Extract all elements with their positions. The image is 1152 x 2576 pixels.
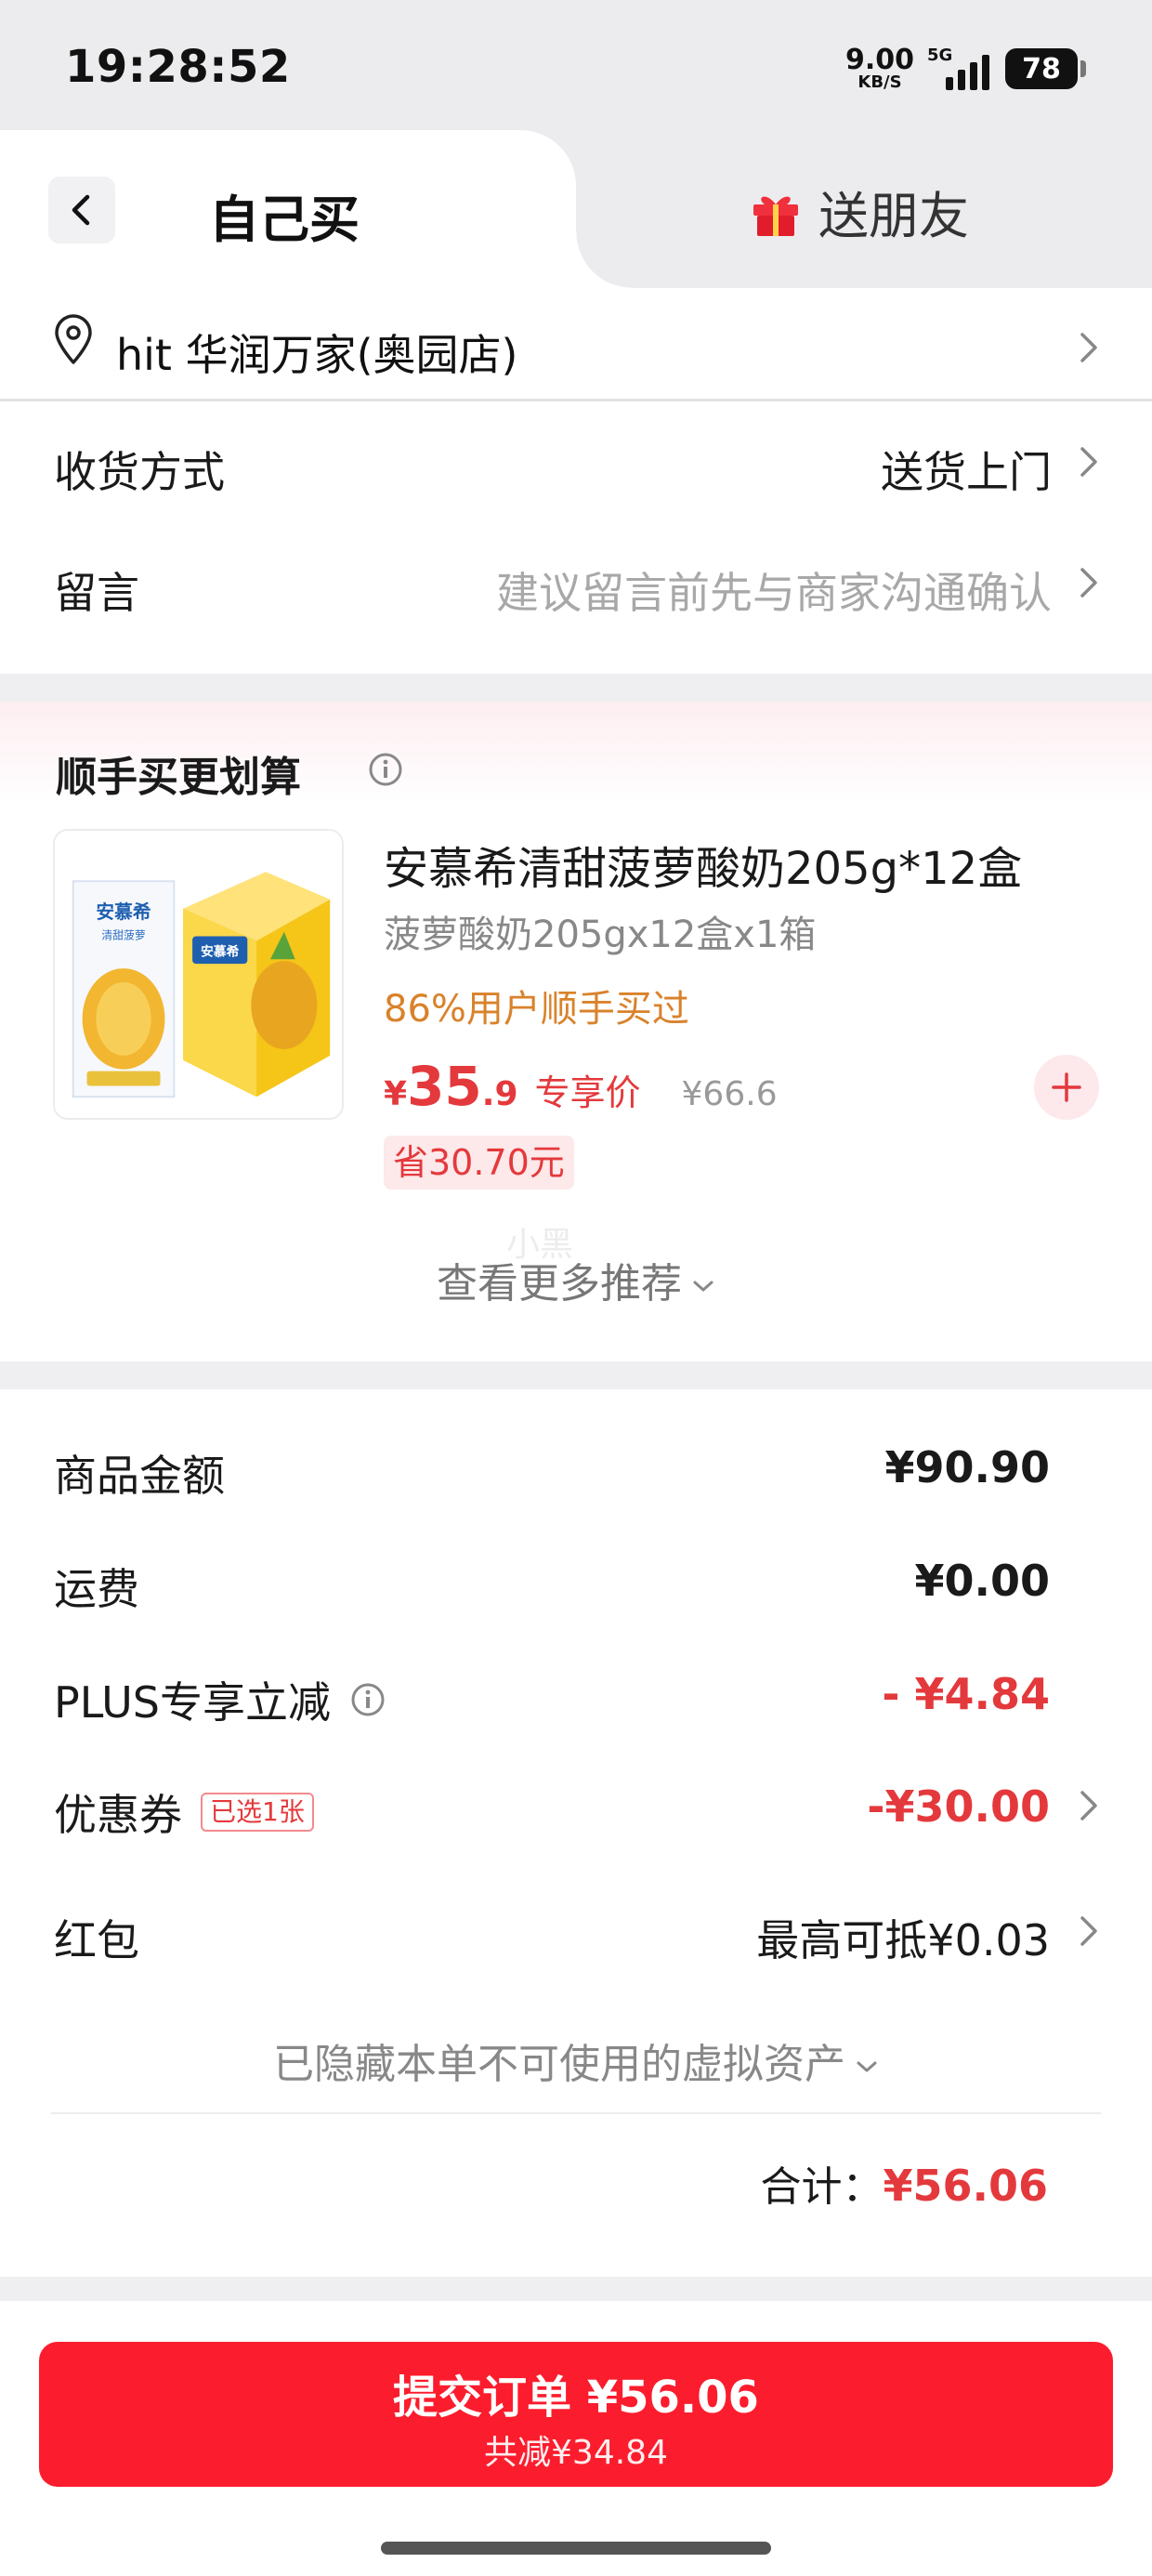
- section-divider: [0, 674, 1152, 702]
- total-value: ¥56.06: [883, 2161, 1048, 2211]
- box-brand-small: 安慕希: [201, 943, 240, 959]
- tab-self-buy-label: 自己买: [209, 191, 360, 249]
- shipping-row: 运费 ¥0.00: [0, 1535, 1152, 1628]
- message-placeholder: 建议留言前先与商家沟通确认: [496, 568, 1052, 618]
- order-total: 合计： ¥56.06: [760, 2153, 1048, 2213]
- chevron-right-icon: [1075, 1912, 1101, 1950]
- recommendation-title: 顺手买更划算: [56, 754, 301, 801]
- plus-discount-label: PLUS专享立减: [54, 1677, 331, 1728]
- cost-summary: 商品金额 ¥90.90 运费 ¥0.00 PLUS专享立减 - ¥4.84 优惠…: [0, 1389, 1152, 2281]
- submit-order-button[interactable]: 提交订单 ¥56.06 共减¥34.84: [39, 2342, 1113, 2487]
- price-tag: 专享价: [534, 1072, 641, 1113]
- section-divider: [0, 2277, 1152, 2301]
- delivery-method-label: 收货方式: [54, 447, 225, 497]
- red-packet-label: 红包: [54, 1915, 139, 1965]
- submit-order-savings: 共减¥34.84: [484, 2434, 668, 2472]
- chevron-down-icon: [691, 1278, 715, 1295]
- original-price: ¥66.6: [681, 1075, 778, 1113]
- coupon-label: 优惠券: [54, 1790, 182, 1840]
- coupon-value: -¥30.00: [867, 1781, 1050, 1832]
- red-packet-value: 最高可抵¥0.03: [756, 1915, 1050, 1965]
- network-speed-value: 9.00: [844, 44, 914, 76]
- product-social-proof: 86%用户顺手买过: [384, 988, 689, 1031]
- address-selector[interactable]: hit 华润万家(奥园店): [0, 288, 1152, 401]
- submit-order-label: 提交订单 ¥56.06: [393, 2372, 759, 2424]
- see-more-recommendations[interactable]: 查看更多推荐: [0, 1250, 1152, 1309]
- chevron-down-icon: [855, 2058, 879, 2075]
- product-image[interactable]: 安慕希 安慕希 清甜菠萝: [53, 829, 344, 1120]
- delivery-method-row[interactable]: 收货方式 送货上门: [0, 401, 1152, 522]
- price-integer: 35: [407, 1055, 482, 1118]
- battery-icon: 78: [1005, 48, 1086, 89]
- savings-badge: 省30.70元: [384, 1136, 574, 1189]
- add-to-order-button[interactable]: [1034, 1055, 1099, 1120]
- delivery-method-value: 送货上门: [881, 447, 1052, 497]
- goods-amount-label: 商品金额: [54, 1451, 225, 1501]
- info-icon[interactable]: [367, 751, 404, 788]
- box-brand: 安慕希: [96, 901, 151, 923]
- back-button[interactable]: [48, 177, 115, 243]
- price-decimal: .9: [481, 1075, 518, 1113]
- shipping-value: ¥0.00: [914, 1556, 1050, 1606]
- network-speed-unit: KB/S: [857, 72, 902, 92]
- gift-icon: [748, 184, 804, 240]
- chevron-right-icon: [1075, 443, 1101, 480]
- home-indicator[interactable]: [381, 2542, 771, 2555]
- chevron-left-icon: [72, 194, 90, 226]
- total-label: 合计：: [760, 2163, 884, 2211]
- tab-self-buy[interactable]: 自己买: [0, 130, 632, 288]
- info-icon[interactable]: [349, 1681, 386, 1718]
- goods-amount-row: 商品金额 ¥90.90: [0, 1422, 1152, 1515]
- tab-gift-label: 送朋友: [818, 187, 969, 245]
- product-price: ¥ 35 .9 专享价 ¥66.6: [384, 1055, 778, 1118]
- add-on-recommendation: 顺手买更划算 安慕希 安慕希 清甜菠萝 安慕希清甜菠萝酸奶205g*12盒 菠萝…: [0, 702, 1152, 1361]
- product-spec: 菠萝酸奶205gx12盒x1箱: [384, 913, 817, 956]
- location-pin-icon: [51, 314, 96, 366]
- red-packet-row[interactable]: 红包 最高可抵¥0.03: [0, 1886, 1152, 1979]
- box-flavor: 清甜菠萝: [101, 928, 145, 941]
- section-divider: [0, 1361, 1152, 1389]
- message-label: 留言: [54, 568, 139, 618]
- coupon-selected-badge: 已选1张: [201, 1793, 314, 1832]
- plus-icon: [1052, 1072, 1081, 1102]
- status-bar: 19:28:52 9.00 KB/S 5G 78: [0, 0, 1152, 130]
- price-currency: ¥: [384, 1075, 408, 1113]
- status-indicators: 9.00 KB/S 5G 78: [845, 41, 1086, 97]
- see-more-label: 查看更多推荐: [437, 1260, 682, 1308]
- product-title[interactable]: 安慕希清甜菠萝酸奶205g*12盒: [384, 832, 1022, 897]
- network-speed: 9.00 KB/S: [845, 46, 914, 91]
- hidden-assets-toggle[interactable]: 已隐藏本单不可使用的虚拟资产: [0, 2031, 1152, 2090]
- address-text: hit 华润万家(奥园店): [116, 330, 518, 380]
- hidden-assets-label: 已隐藏本单不可使用的虚拟资产: [273, 2041, 845, 2088]
- message-row[interactable]: 留言 建议留言前先与商家沟通确认: [0, 522, 1152, 643]
- summary-divider: [51, 2112, 1101, 2114]
- shipping-label: 运费: [54, 1564, 139, 1614]
- signal-icon: 5G: [927, 46, 992, 92]
- coupon-row[interactable]: 优惠券 已选1张 -¥30.00: [0, 1761, 1152, 1854]
- purchase-mode-tabs: 自己买 送朋友: [0, 130, 1152, 288]
- plus-discount-label-wrap: PLUS专享立减: [54, 1669, 386, 1730]
- plus-discount-value: - ¥4.84: [882, 1669, 1050, 1719]
- chevron-right-icon: [1075, 329, 1101, 366]
- chevron-right-icon: [1075, 564, 1101, 601]
- goods-amount-value: ¥90.90: [884, 1442, 1050, 1492]
- chevron-right-icon: [1075, 1787, 1101, 1824]
- status-time: 19:28:52: [65, 41, 291, 93]
- plus-discount-row: PLUS专享立减 - ¥4.84: [0, 1649, 1152, 1741]
- tab-gift[interactable]: 送朋友: [748, 175, 969, 248]
- coupon-label-wrap: 优惠券 已选1张: [54, 1781, 314, 1843]
- battery-level: 78: [1022, 52, 1061, 85]
